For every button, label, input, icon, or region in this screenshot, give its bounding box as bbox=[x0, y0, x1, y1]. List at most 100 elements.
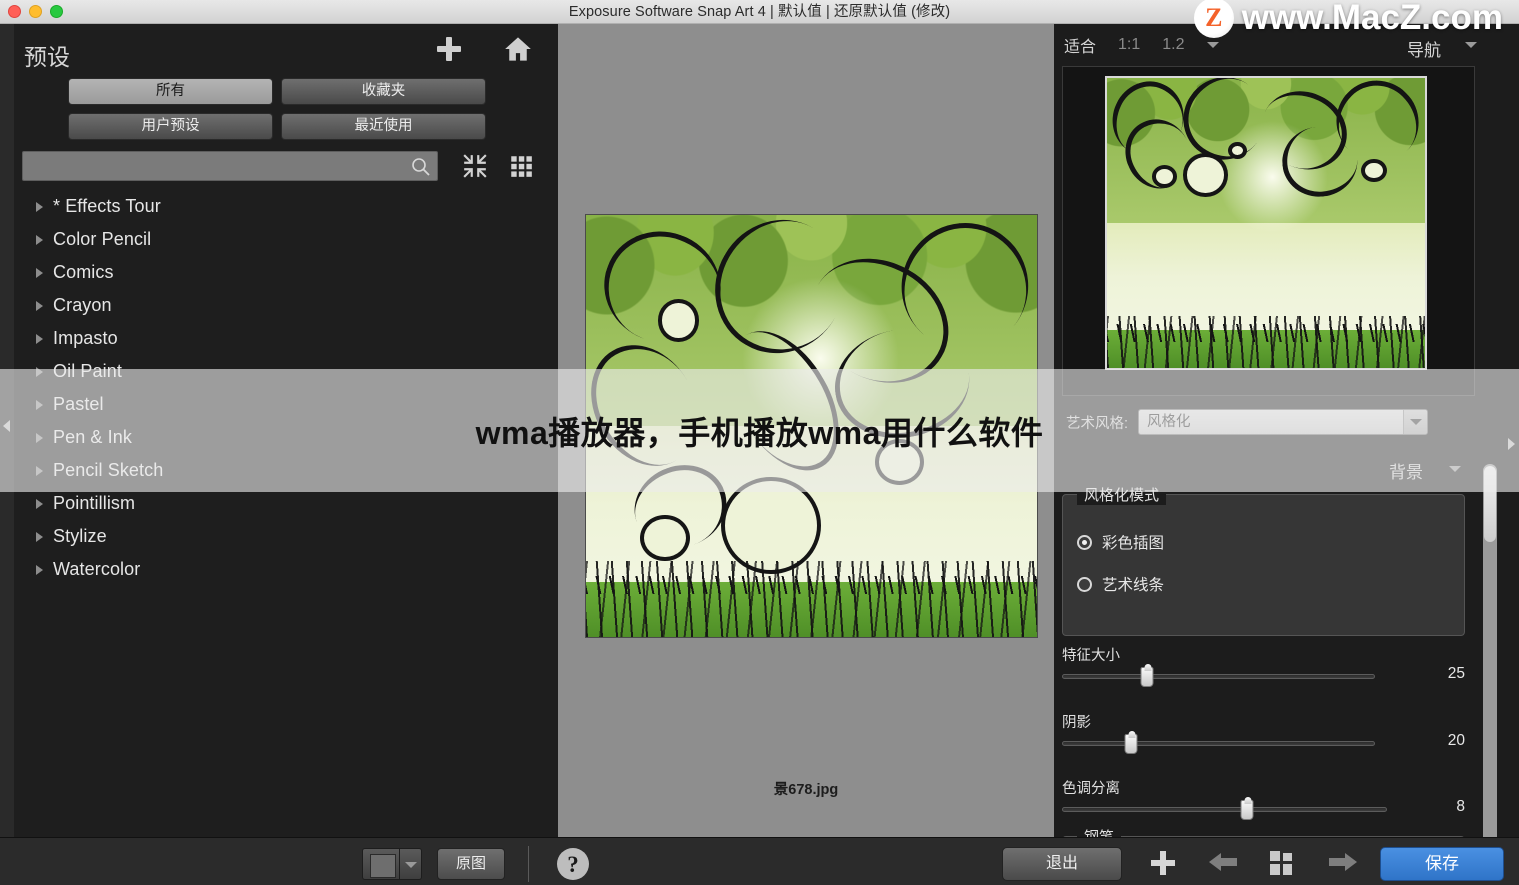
stylize-mode-group: 风格化模式 彩色插图 艺术线条 bbox=[1062, 484, 1465, 636]
preset-item-label: Comics bbox=[53, 262, 114, 282]
slider-shadow: 阴影 20 bbox=[1062, 711, 1465, 754]
chevron-right-icon bbox=[1508, 438, 1515, 450]
art-style-value: 风格化 bbox=[1147, 414, 1191, 430]
help-icon[interactable]: ? bbox=[556, 847, 590, 881]
settings-scrollbar[interactable] bbox=[1483, 464, 1497, 864]
preset-item-oil-paint[interactable]: Oil Paint bbox=[14, 355, 558, 388]
preset-item-color-pencil[interactable]: Color Pencil bbox=[14, 223, 558, 256]
preset-item-label: Stylize bbox=[53, 526, 107, 546]
zoom-chevron-down-icon[interactable] bbox=[1206, 42, 1219, 48]
preset-item-label: Impasto bbox=[53, 328, 118, 348]
slider-posterize: 色调分离 8 bbox=[1062, 777, 1465, 820]
slider-label: 色调分离 bbox=[1062, 781, 1120, 797]
slider-thumb[interactable] bbox=[1240, 797, 1254, 820]
collapse-arrows-icon[interactable] bbox=[462, 153, 488, 179]
chevron-down-icon bbox=[405, 862, 417, 868]
radio-button-icon[interactable] bbox=[1077, 534, 1092, 550]
radio-label: 彩色插图 bbox=[1102, 535, 1165, 552]
chevron-right-icon bbox=[36, 399, 43, 410]
zoom-controls: 适合 1:1 1.2 导航 bbox=[1054, 24, 1519, 66]
preset-item-impasto[interactable]: Impasto bbox=[14, 322, 558, 355]
chevron-left-icon bbox=[3, 420, 10, 432]
add-icon[interactable] bbox=[1150, 850, 1176, 876]
preset-item-label: Crayon bbox=[53, 295, 112, 315]
chevron-right-icon bbox=[36, 366, 43, 377]
arrow-right-icon[interactable] bbox=[1328, 850, 1358, 874]
settings-panel: 适合 1:1 1.2 导航 艺术风格: 风格化 背景 风格化模式 彩色插图 艺术… bbox=[1054, 24, 1519, 876]
preset-item-label: Color Pencil bbox=[53, 229, 152, 249]
slider-track[interactable] bbox=[1062, 731, 1375, 754]
category-recent-button[interactable]: 最近使用 bbox=[281, 113, 486, 140]
preset-item-pencil-sketch[interactable]: Pencil Sketch bbox=[14, 454, 558, 487]
app-window: Exposure Software Snap Art 4 | 默认值 | 还原默… bbox=[0, 0, 1519, 885]
category-all-button[interactable]: 所有 bbox=[68, 78, 273, 105]
preset-item-crayon[interactable]: Crayon bbox=[14, 289, 558, 322]
color-swatch-icon[interactable] bbox=[362, 848, 400, 880]
arrow-left-icon[interactable] bbox=[1208, 850, 1238, 874]
chevron-right-icon bbox=[36, 201, 43, 212]
window-titlebar: Exposure Software Snap Art 4 | 默认值 | 还原默… bbox=[0, 0, 1519, 24]
chevron-right-icon bbox=[36, 564, 43, 575]
chevron-right-icon bbox=[36, 267, 43, 278]
slider-label: 特征大小 bbox=[1062, 648, 1120, 664]
radio-color-illustration[interactable]: 彩色插图 bbox=[1077, 531, 1164, 553]
original-image-button[interactable]: 原图 bbox=[437, 848, 505, 880]
svg-text:?: ? bbox=[567, 852, 579, 877]
slider-thumb[interactable] bbox=[1124, 731, 1138, 754]
zoom-1to1-button[interactable]: 1:1 bbox=[1118, 36, 1140, 54]
background-label[interactable]: 背景 bbox=[1389, 458, 1423, 483]
right-panel-collapse-handle[interactable] bbox=[1505, 424, 1519, 464]
preset-item-pastel[interactable]: Pastel bbox=[14, 388, 558, 421]
category-user-presets-button[interactable]: 用户预设 bbox=[68, 113, 273, 140]
preset-item-watercolor[interactable]: Watercolor bbox=[14, 553, 558, 586]
bottom-toolbar: 原图 ? 退出 保存 bbox=[0, 837, 1519, 885]
radio-button-icon[interactable] bbox=[1077, 576, 1092, 592]
grid-view-icon[interactable] bbox=[508, 153, 534, 179]
background-chevron-down-icon[interactable] bbox=[1449, 466, 1461, 472]
preset-item-label: Oil Paint bbox=[53, 361, 122, 381]
scrollbar-thumb[interactable] bbox=[1484, 466, 1496, 542]
art-style-select[interactable]: 风格化 bbox=[1138, 409, 1429, 435]
slider-label: 阴影 bbox=[1062, 715, 1091, 731]
slider-track[interactable] bbox=[1062, 664, 1375, 687]
preset-item-effects-tour[interactable]: * Effects Tour bbox=[14, 190, 558, 223]
slider-thumb[interactable] bbox=[1140, 664, 1154, 687]
chevron-right-icon bbox=[36, 531, 43, 542]
zoom-1point2-button[interactable]: 1.2 bbox=[1162, 36, 1184, 54]
art-style-row: 艺术风格: 风格化 bbox=[1054, 402, 1519, 442]
image-canvas[interactable]: 景678.jpg bbox=[558, 24, 1054, 837]
navigator-thumbnail[interactable] bbox=[1105, 76, 1427, 370]
preset-item-pointillism[interactable]: Pointillism bbox=[14, 487, 558, 520]
preset-item-label: Pointillism bbox=[53, 493, 136, 513]
slider-track[interactable] bbox=[1062, 797, 1387, 820]
preset-item-label: * Effects Tour bbox=[53, 196, 161, 216]
grid-icon[interactable] bbox=[1268, 850, 1296, 876]
chevron-right-icon bbox=[36, 300, 43, 311]
search-icon bbox=[412, 158, 430, 176]
search-box[interactable] bbox=[22, 151, 438, 181]
chevron-right-icon bbox=[36, 465, 43, 476]
window-title: Exposure Software Snap Art 4 | 默认值 | 还原默… bbox=[568, 4, 951, 20]
preset-item-pen-and-ink[interactable]: Pen & Ink bbox=[14, 421, 558, 454]
preset-item-comics[interactable]: Comics bbox=[14, 256, 558, 289]
preset-item-label: Watercolor bbox=[53, 559, 141, 579]
preset-item-stylize[interactable]: Stylize bbox=[14, 520, 558, 553]
exit-button[interactable]: 退出 bbox=[1002, 847, 1122, 881]
navigator-chevron-down-icon[interactable] bbox=[1465, 42, 1477, 48]
preview-image bbox=[585, 214, 1038, 638]
zoom-fit-button[interactable]: 适合 bbox=[1064, 33, 1096, 57]
art-style-dropdown-button[interactable] bbox=[1403, 410, 1428, 434]
navigator-panel[interactable] bbox=[1062, 66, 1475, 396]
navigator-label[interactable]: 导航 bbox=[1407, 36, 1441, 61]
radio-art-lines[interactable]: 艺术线条 bbox=[1077, 573, 1164, 595]
left-panel-collapse-handle[interactable] bbox=[0, 24, 14, 837]
swatch-dropdown-button[interactable] bbox=[400, 848, 422, 880]
add-preset-icon[interactable] bbox=[436, 36, 462, 62]
stylize-mode-legend: 风格化模式 bbox=[1077, 484, 1167, 505]
slider-value: 20 bbox=[1447, 732, 1465, 749]
category-favorites-button[interactable]: 收藏夹 bbox=[281, 78, 486, 105]
home-icon[interactable] bbox=[504, 36, 532, 62]
search-input[interactable] bbox=[23, 152, 437, 180]
chevron-down-icon bbox=[1410, 419, 1423, 425]
save-button[interactable]: 保存 bbox=[1380, 847, 1504, 881]
